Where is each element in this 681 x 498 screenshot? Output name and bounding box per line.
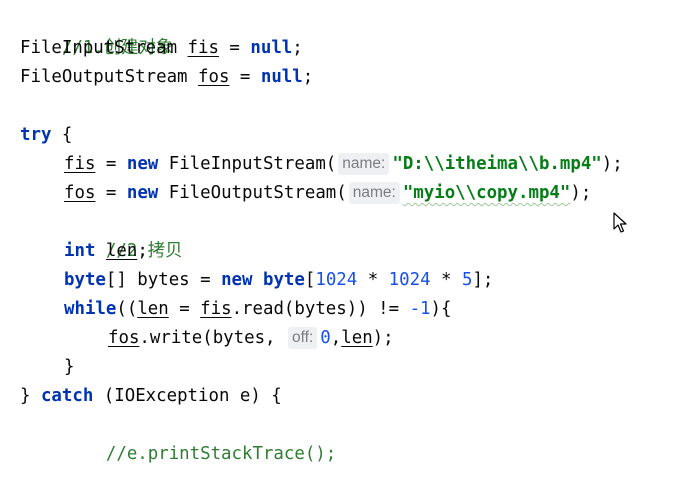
code-line-5: try { xyxy=(20,121,72,150)
keyword-new: new xyxy=(221,270,253,290)
variable-fis: fis xyxy=(64,154,96,174)
keyword-byte: byte xyxy=(262,270,305,290)
comment: //e.printStackTrace(); xyxy=(105,444,337,464)
code-text: } xyxy=(20,386,41,406)
keyword-int: int xyxy=(64,241,96,261)
code-text: .write(bytes, xyxy=(139,328,287,348)
code-line-14: } catch (IOException e) { xyxy=(20,382,282,411)
keyword-new: new xyxy=(126,183,159,203)
code-line-7: fos = new FileOutputStream(name: "myio\\c… xyxy=(64,179,591,208)
code-text: ; xyxy=(137,241,148,261)
code-text: ); xyxy=(372,328,394,348)
type: FileInputStream xyxy=(20,38,188,58)
code-text: (( xyxy=(116,299,138,319)
number-literal: 1024 xyxy=(315,270,358,290)
code-text: = xyxy=(218,38,251,58)
parameter-hint-name: name: xyxy=(348,182,400,204)
code-text: { xyxy=(51,125,73,145)
variable-len: len xyxy=(105,241,138,261)
code-text: , xyxy=(330,328,342,348)
code-line-15: //e.printStackTrace(); xyxy=(64,411,336,464)
variable-len: len xyxy=(341,328,373,348)
code-text: [ xyxy=(304,270,316,290)
code-text: = xyxy=(229,67,261,87)
code-text: ); xyxy=(601,154,623,174)
string-literal: "D:\\itheima\\b.mp4" xyxy=(392,154,602,174)
variable-fos: fos xyxy=(64,183,96,203)
code-line-11: while((len = fis.read(bytes)) != -1){ xyxy=(64,295,451,324)
variable-len: len xyxy=(137,299,169,319)
code-text: } xyxy=(64,357,75,377)
code-text: ; xyxy=(302,67,314,87)
code-line-13: } xyxy=(64,353,74,382)
keyword-while: while xyxy=(64,299,117,319)
keyword-try: try xyxy=(20,125,52,145)
code-text: [] bytes = xyxy=(105,270,222,290)
code-text: * xyxy=(430,270,462,290)
code-line-8: //2.拷贝 xyxy=(64,208,183,261)
code-text: ){ xyxy=(430,299,452,319)
code-text: = xyxy=(95,154,127,174)
code-text: (IOException e) { xyxy=(93,386,282,406)
variable-fos: fos xyxy=(108,328,140,348)
keyword-null: null xyxy=(250,38,293,58)
variable-fis: fis xyxy=(187,38,219,58)
code-line-3: FileOutputStream fos = null; xyxy=(20,63,313,92)
variable-fos: fos xyxy=(198,67,230,87)
string-literal: "myio\\copy.mp4" xyxy=(402,183,571,203)
code-text: ; xyxy=(292,38,303,58)
variable-fis: fis xyxy=(200,299,232,319)
code-text: ); xyxy=(570,183,592,203)
code-text: .read(bytes)) != xyxy=(231,299,410,319)
parameter-hint-off: off: xyxy=(288,327,318,349)
mouse-cursor-icon xyxy=(613,212,627,233)
number-literal: 0 xyxy=(320,328,331,348)
keyword-byte: byte xyxy=(64,270,106,290)
code-line-1: //1.创建对象 xyxy=(20,5,173,58)
code-line-9: int len; xyxy=(64,237,148,266)
code-text: * xyxy=(357,270,389,290)
code-text: FileOutputStream( xyxy=(158,183,347,203)
number-literal: -1 xyxy=(409,299,431,319)
code-text: = xyxy=(95,183,127,203)
code-text: ]; xyxy=(472,270,494,290)
type: FileOutputStream xyxy=(20,67,198,87)
code-text: = xyxy=(168,299,201,319)
keyword-new: new xyxy=(126,154,159,174)
number-literal: 1024 xyxy=(388,270,431,290)
number-literal: 5 xyxy=(461,270,473,290)
code-line-10: byte[] bytes = new byte[1024 * 1024 * 5]… xyxy=(64,266,493,295)
parameter-hint-name: name: xyxy=(338,153,390,175)
code-line-12: fos.write(bytes, off: 0,len); xyxy=(108,324,394,353)
code-line-6: fis = new FileInputStream(name: "D:\\ithe… xyxy=(64,150,623,179)
keyword-catch: catch xyxy=(40,386,94,406)
code-text: FileInputStream( xyxy=(158,154,337,174)
keyword-null: null xyxy=(260,67,303,87)
code-line-2: FileInputStream fis = null; xyxy=(20,34,303,63)
